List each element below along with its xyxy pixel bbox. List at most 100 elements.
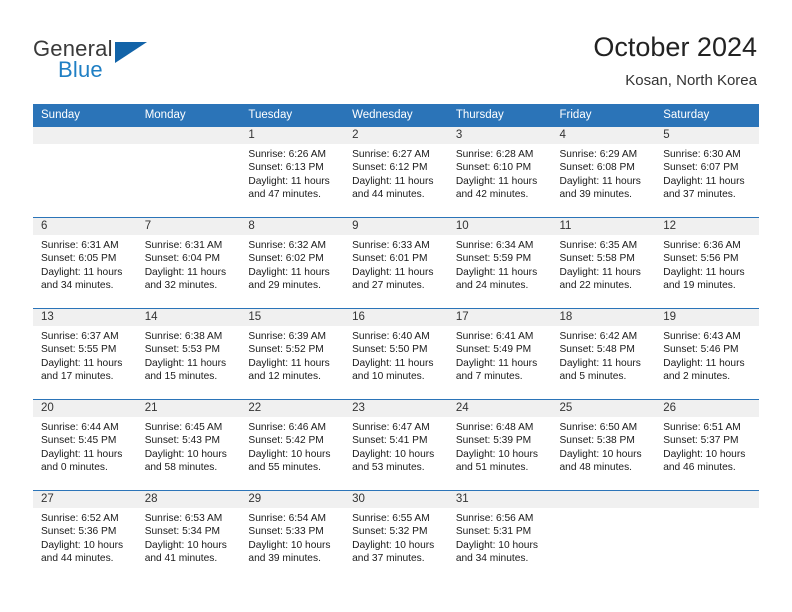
calendar-week-row: 20 Sunrise: 6:44 AM Sunset: 5:45 PM Dayl… [33, 399, 759, 491]
sunset-text: Sunset: 5:52 PM [248, 344, 324, 356]
sunset-text: Sunset: 5:55 PM [41, 344, 117, 356]
day-details: Sunrise: 6:47 AM Sunset: 5:41 PM Dayligh… [344, 417, 448, 475]
sunrise-text: Sunrise: 6:38 AM [144, 331, 223, 342]
sunset-text: Sunset: 5:33 PM [248, 526, 324, 538]
day-details: Sunrise: 6:34 AM Sunset: 5:59 PM Dayligh… [448, 235, 552, 293]
day-details: Sunrise: 6:32 AM Sunset: 6:02 PM Dayligh… [240, 235, 344, 293]
day-details: Sunrise: 6:50 AM Sunset: 5:38 PM Dayligh… [552, 417, 656, 475]
calendar-week-row: 27 Sunrise: 6:52 AM Sunset: 5:36 PM Dayl… [33, 490, 759, 581]
calendar-day-cell[interactable]: 25 Sunrise: 6:50 AM Sunset: 5:38 PM Dayl… [551, 399, 656, 491]
calendar-day-cell[interactable]: 29 Sunrise: 6:54 AM Sunset: 5:33 PM Dayl… [240, 490, 345, 581]
weekday-header-saturday: Saturday [655, 104, 759, 127]
day-details: Sunrise: 6:46 AM Sunset: 5:42 PM Dayligh… [240, 417, 344, 475]
day-number: 21 [136, 400, 241, 417]
sunrise-text: Sunrise: 6:27 AM [352, 149, 430, 160]
daylight-text-line2: and 41 minutes. [144, 553, 218, 565]
sunset-text: Sunset: 6:04 PM [144, 253, 221, 265]
daylight-text-line2: and 17 minutes. [41, 371, 114, 383]
daylight-text-line2: and 22 minutes. [559, 280, 633, 292]
sunset-text: Sunset: 6:10 PM [455, 162, 532, 174]
brand-name-blue: Blue [58, 57, 103, 82]
calendar-day-cell[interactable]: 8 Sunrise: 6:32 AM Sunset: 6:02 PM Dayli… [240, 217, 345, 309]
calendar-day-cell[interactable]: 1 Sunrise: 6:26 AM Sunset: 6:13 PM Dayli… [240, 127, 345, 218]
brand-logo[interactable]: General Blue [33, 36, 233, 86]
day-number: 16 [344, 309, 448, 326]
sunset-text: Sunset: 5:41 PM [352, 435, 428, 447]
daylight-text-line2: and 47 minutes. [248, 189, 321, 201]
calendar-week-row: 13 Sunrise: 6:37 AM Sunset: 5:55 PM Dayl… [33, 308, 759, 400]
daylight-text-line1: Daylight: 10 hours [144, 539, 227, 551]
sunset-text: Sunset: 5:50 PM [352, 344, 428, 356]
calendar-day-cell[interactable]: 18 Sunrise: 6:42 AM Sunset: 5:48 PM Dayl… [551, 308, 656, 400]
daylight-text-line1: Daylight: 11 hours [455, 357, 538, 369]
daylight-text-line2: and 32 minutes. [144, 280, 218, 292]
calendar-day-cell[interactable]: 20 Sunrise: 6:44 AM Sunset: 5:45 PM Dayl… [33, 399, 137, 491]
daylight-text-line1: Daylight: 11 hours [144, 266, 227, 278]
weekday-header-monday: Monday [136, 104, 241, 127]
weekday-header-sunday: Sunday [33, 104, 137, 127]
calendar-day-cell[interactable]: 2 Sunrise: 6:27 AM Sunset: 6:12 PM Dayli… [344, 127, 448, 218]
daylight-text-line2: and 15 minutes. [144, 371, 218, 383]
sunrise-text: Sunrise: 6:29 AM [559, 149, 638, 160]
calendar-day-cell[interactable]: 22 Sunrise: 6:46 AM Sunset: 5:42 PM Dayl… [240, 399, 345, 491]
calendar-day-cell[interactable]: 6 Sunrise: 6:31 AM Sunset: 6:05 PM Dayli… [33, 217, 137, 309]
sunrise-text: Sunrise: 6:55 AM [352, 513, 430, 524]
daylight-text-line2: and 2 minutes. [663, 371, 731, 383]
calendar-day-cell[interactable]: 9 Sunrise: 6:33 AM Sunset: 6:01 PM Dayli… [344, 217, 448, 309]
calendar-day-cell[interactable]: 27 Sunrise: 6:52 AM Sunset: 5:36 PM Dayl… [33, 490, 137, 581]
calendar-day-cell[interactable]: 10 Sunrise: 6:34 AM Sunset: 5:59 PM Dayl… [447, 217, 552, 309]
sunrise-text: Sunrise: 6:31 AM [144, 240, 223, 251]
calendar-day-cell[interactable]: 23 Sunrise: 6:47 AM Sunset: 5:41 PM Dayl… [344, 399, 448, 491]
calendar-day-cell[interactable]: 28 Sunrise: 6:53 AM Sunset: 5:34 PM Dayl… [136, 490, 241, 581]
calendar-day-cell[interactable] [136, 127, 241, 218]
calendar-day-cell[interactable]: 24 Sunrise: 6:48 AM Sunset: 5:39 PM Dayl… [447, 399, 552, 491]
calendar-day-cell[interactable]: 21 Sunrise: 6:45 AM Sunset: 5:43 PM Dayl… [136, 399, 241, 491]
calendar-day-cell[interactable]: 31 Sunrise: 6:56 AM Sunset: 5:31 PM Dayl… [447, 490, 552, 581]
sunrise-text: Sunrise: 6:33 AM [352, 240, 430, 251]
daylight-text-line1: Daylight: 11 hours [663, 175, 745, 187]
calendar-day-cell[interactable]: 19 Sunrise: 6:43 AM Sunset: 5:46 PM Dayl… [655, 308, 759, 400]
calendar-day-cell[interactable]: 17 Sunrise: 6:41 AM Sunset: 5:49 PM Dayl… [447, 308, 552, 400]
sunset-text: Sunset: 5:58 PM [559, 253, 635, 265]
sunrise-text: Sunrise: 6:45 AM [144, 422, 223, 433]
day-number: 13 [33, 309, 137, 326]
calendar-day-cell[interactable] [551, 490, 656, 581]
day-details: Sunrise: 6:33 AM Sunset: 6:01 PM Dayligh… [344, 235, 448, 293]
calendar-day-cell[interactable]: 15 Sunrise: 6:39 AM Sunset: 5:52 PM Dayl… [240, 308, 345, 400]
calendar-day-cell[interactable]: 26 Sunrise: 6:51 AM Sunset: 5:37 PM Dayl… [655, 399, 759, 491]
sunrise-text: Sunrise: 6:52 AM [41, 513, 119, 524]
sunset-text: Sunset: 5:59 PM [455, 253, 532, 265]
day-number [33, 127, 137, 144]
calendar-day-cell[interactable]: 4 Sunrise: 6:29 AM Sunset: 6:08 PM Dayli… [551, 127, 656, 218]
daylight-text-line1: Daylight: 11 hours [559, 175, 641, 187]
calendar-day-cell[interactable]: 11 Sunrise: 6:35 AM Sunset: 5:58 PM Dayl… [551, 217, 656, 309]
calendar-day-cell[interactable]: 3 Sunrise: 6:28 AM Sunset: 6:10 PM Dayli… [447, 127, 552, 218]
calendar-day-cell[interactable] [655, 490, 759, 581]
calendar-day-cell[interactable]: 12 Sunrise: 6:36 AM Sunset: 5:56 PM Dayl… [655, 217, 759, 309]
day-details: Sunrise: 6:51 AM Sunset: 5:37 PM Dayligh… [655, 417, 759, 475]
calendar-day-cell[interactable]: 5 Sunrise: 6:30 AM Sunset: 6:07 PM Dayli… [655, 127, 759, 218]
calendar-day-cell[interactable]: 7 Sunrise: 6:31 AM Sunset: 6:04 PM Dayli… [136, 217, 241, 309]
day-number [551, 491, 656, 508]
sunrise-text: Sunrise: 6:53 AM [144, 513, 223, 524]
daylight-text-line2: and 37 minutes. [352, 553, 425, 565]
calendar-day-cell[interactable] [33, 127, 137, 218]
calendar-table: Sunday Monday Tuesday Wednesday Thursday… [33, 104, 759, 581]
daylight-text-line1: Daylight: 11 hours [663, 357, 745, 369]
sunset-text: Sunset: 6:01 PM [352, 253, 428, 265]
sunrise-text: Sunrise: 6:37 AM [41, 331, 119, 342]
calendar-day-cell[interactable]: 30 Sunrise: 6:55 AM Sunset: 5:32 PM Dayl… [344, 490, 448, 581]
calendar-week-row: 1 Sunrise: 6:26 AM Sunset: 6:13 PM Dayli… [33, 127, 759, 218]
daylight-text-line1: Daylight: 10 hours [663, 448, 746, 460]
daylight-text-line2: and 42 minutes. [455, 189, 529, 201]
calendar-day-cell[interactable]: 13 Sunrise: 6:37 AM Sunset: 5:55 PM Dayl… [33, 308, 137, 400]
day-details: Sunrise: 6:38 AM Sunset: 5:53 PM Dayligh… [137, 326, 241, 384]
sunset-text: Sunset: 5:45 PM [41, 435, 117, 447]
calendar-day-cell[interactable]: 14 Sunrise: 6:38 AM Sunset: 5:53 PM Dayl… [136, 308, 241, 400]
day-details: Sunrise: 6:40 AM Sunset: 5:50 PM Dayligh… [344, 326, 448, 384]
daylight-text-line2: and 48 minutes. [559, 462, 633, 474]
day-number: 27 [33, 491, 137, 508]
daylight-text-line2: and 29 minutes. [248, 280, 321, 292]
day-number: 2 [344, 127, 448, 144]
calendar-day-cell[interactable]: 16 Sunrise: 6:40 AM Sunset: 5:50 PM Dayl… [344, 308, 448, 400]
